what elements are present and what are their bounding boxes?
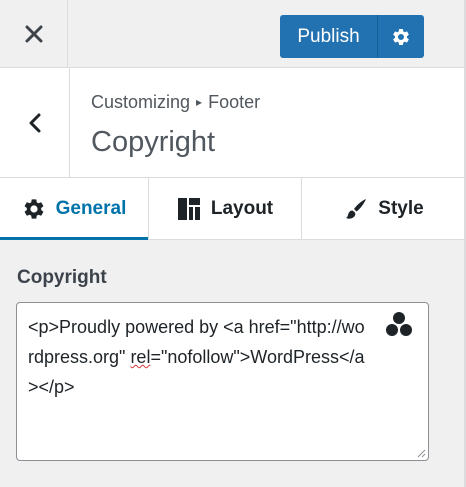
gear-icon xyxy=(24,198,43,219)
publish-label: Publish xyxy=(297,25,360,47)
breadcrumb-parent: Customizing xyxy=(91,92,191,112)
resize-grip-icon[interactable] xyxy=(416,448,426,458)
tab-general-label: General xyxy=(55,197,127,219)
breadcrumb-current: Footer xyxy=(208,92,261,112)
publish-button[interactable]: Publish xyxy=(280,15,378,58)
brush-icon xyxy=(346,198,367,219)
dynamic-content-icon[interactable] xyxy=(385,311,413,337)
section-title: Copyright xyxy=(91,126,216,158)
copyright-field-label: Copyright xyxy=(17,267,107,288)
copyright-value-line1: <p>Proudly powered by <a xyxy=(28,317,249,337)
gear-icon xyxy=(393,28,409,45)
breadcrumb-separator: ▸ xyxy=(196,95,203,109)
tab-layout-label: Layout xyxy=(210,197,274,219)
close-icon xyxy=(25,25,42,43)
section-header: Customizing ▸ Footer Copyright xyxy=(0,68,466,178)
tab-bar: General Layout Style xyxy=(0,178,466,240)
spellcheck-word: rel xyxy=(130,347,151,367)
tab-general[interactable]: General xyxy=(0,178,149,240)
layout-icon xyxy=(177,197,200,220)
tab-style[interactable]: Style xyxy=(302,178,466,239)
chevron-left-icon xyxy=(29,113,40,132)
tab-style-label: Style xyxy=(378,197,424,219)
customizer-header: Publish xyxy=(0,0,466,68)
back-button[interactable] xyxy=(0,68,70,177)
publish-settings-button[interactable] xyxy=(378,15,424,58)
breadcrumb: Customizing ▸ Footer xyxy=(91,92,260,113)
publish-group: Publish xyxy=(280,15,424,58)
copyright-textarea[interactable]: <p>Proudly powered by <a href="http://wo… xyxy=(16,302,429,461)
tab-layout[interactable]: Layout xyxy=(149,178,302,239)
close-button[interactable] xyxy=(0,0,68,68)
copyright-textarea-value[interactable]: <p>Proudly powered by <a href="http://wo… xyxy=(28,312,368,402)
